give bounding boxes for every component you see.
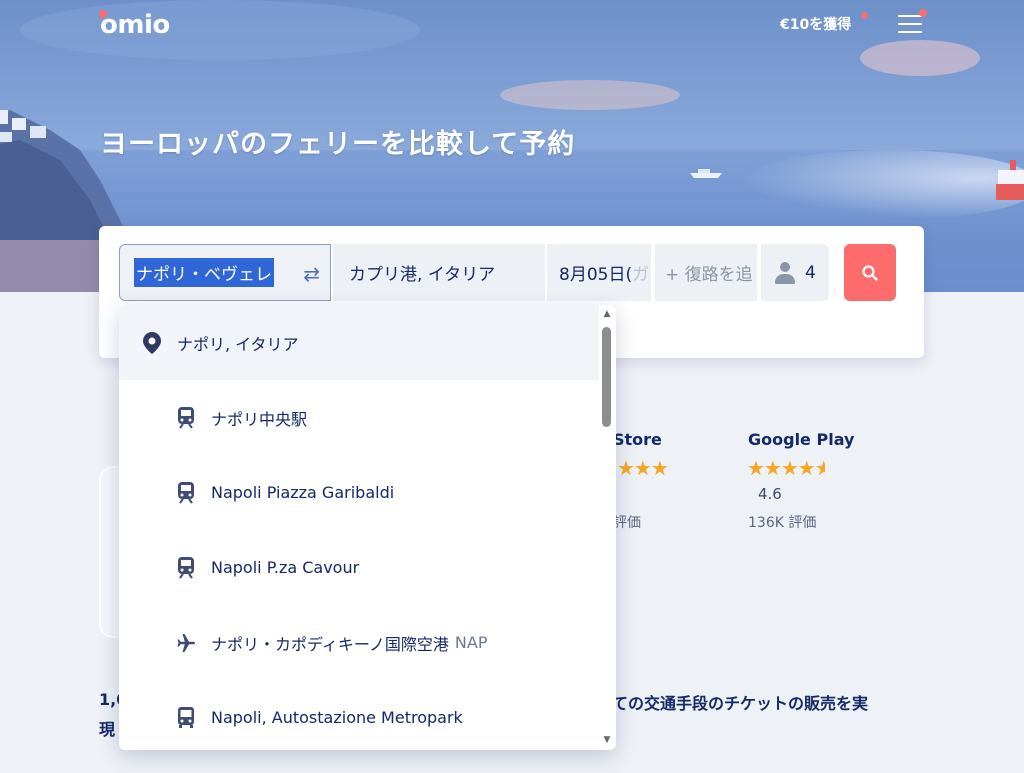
- train-icon: [175, 556, 197, 579]
- suggestion-label: Napoli Piazza Garibaldi: [211, 483, 395, 502]
- app-store-label: Store: [613, 430, 662, 449]
- suggestion-label: ナポリ, イタリア: [177, 334, 299, 354]
- bus-icon: [175, 706, 197, 729]
- cloud-illustration: [20, 0, 420, 60]
- search-icon: [862, 264, 878, 281]
- google-play-reviews: 136K 評価: [748, 515, 817, 531]
- app-store-stars: ★★★: [617, 456, 669, 480]
- passenger-count: 4: [805, 262, 816, 283]
- app-store-reviews: 評価: [613, 515, 641, 531]
- train-icon: [175, 406, 197, 429]
- date-value: 8月05日(: [559, 265, 633, 285]
- suggestion-item[interactable]: Napoli Piazza Garibaldi: [119, 455, 599, 530]
- google-play-rating: 4.6: [758, 485, 782, 503]
- suggestion-label: ナポリ・カポディキーノ国際空港: [211, 634, 449, 654]
- suggestion-label: Napoli, Autostazione Metropark: [211, 708, 463, 727]
- suggestion-label: Napoli P.za Cavour: [211, 558, 360, 577]
- scrollbar-thumb[interactable]: [602, 327, 611, 427]
- person-icon: [775, 261, 795, 284]
- plane-icon: [175, 632, 197, 654]
- suggestion-item[interactable]: Napoli P.za Cavour: [119, 530, 599, 605]
- page-title: ヨーロッパのフェリーを比較して予約: [100, 129, 576, 160]
- suggestion-item[interactable]: ナポリ中央駅: [119, 380, 599, 455]
- scroll-down-arrow-icon[interactable]: ▼: [601, 735, 613, 745]
- date-overflow-text: ガ: [632, 265, 650, 285]
- return-date-input[interactable]: + 復路を追: [655, 244, 757, 301]
- location-suggestions-dropdown: ナポリ, イタリア ナポリ中央駅 Napoli Piazza Garibaldi…: [119, 305, 616, 750]
- search-button[interactable]: [844, 244, 896, 301]
- ship-wake-illustration: [740, 150, 1024, 220]
- suggestion-label: ナポリ中央駅: [211, 409, 308, 429]
- train-icon: [175, 481, 197, 504]
- suggestion-item[interactable]: ナポリ・カポディキーノ国際空港 NAP: [119, 605, 599, 680]
- location-pin-icon: [141, 331, 163, 354]
- cloud-illustration: [500, 80, 680, 110]
- airport-code: NAP: [454, 633, 488, 652]
- suggestion-item[interactable]: Napoli, Autostazione Metropark: [119, 680, 599, 750]
- notification-dot: [919, 9, 927, 17]
- suggestion-item[interactable]: ナポリ, イタリア: [119, 305, 599, 380]
- swap-arrows-icon[interactable]: ⇄: [303, 262, 320, 286]
- return-placeholder: + 復路を追: [665, 265, 753, 285]
- to-input[interactable]: カプリ港, イタリア: [333, 244, 545, 301]
- google-play-stars: ★★★★★: [747, 456, 825, 480]
- google-play-label: Google Play: [748, 430, 855, 449]
- scroll-up-arrow-icon[interactable]: ▲: [601, 309, 613, 319]
- bottom-text-fragment: 現: [99, 720, 116, 739]
- to-input-value: カプリ港, イタリア: [349, 265, 496, 285]
- hamburger-menu-icon[interactable]: [898, 15, 922, 35]
- earn-credit-link[interactable]: €10を獲得: [780, 14, 851, 34]
- from-input[interactable]: ナポリ・ベヴェレ ⇄: [119, 244, 331, 301]
- departure-date-input[interactable]: 8月05日(ガ: [547, 244, 651, 301]
- notification-dot: [861, 12, 868, 19]
- bottom-description: ての交通手段のチケットの販売を実: [612, 694, 869, 713]
- small-ferry-illustration: [690, 169, 722, 178]
- ferry-illustration: [996, 160, 1024, 200]
- omio-logo[interactable]: omio: [100, 10, 170, 40]
- from-input-value: ナポリ・ベヴェレ: [134, 258, 274, 287]
- passengers-selector[interactable]: 4: [761, 244, 829, 301]
- cloud-illustration: [860, 40, 980, 76]
